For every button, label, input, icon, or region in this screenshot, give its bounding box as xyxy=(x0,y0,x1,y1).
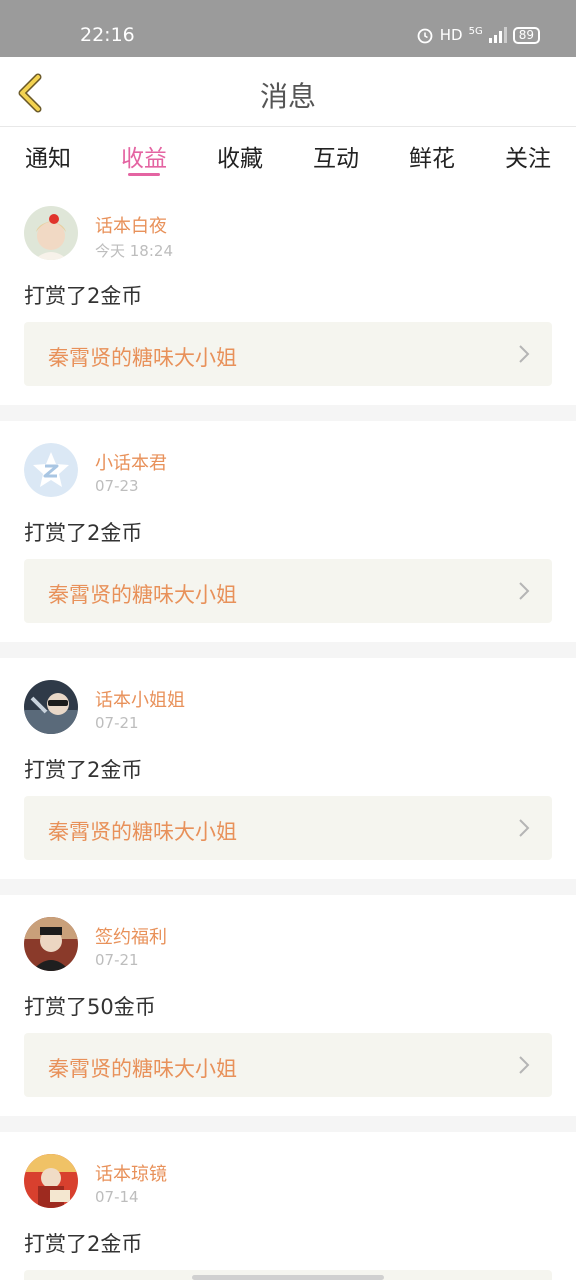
message-time: 07-14 xyxy=(95,1188,139,1206)
work-link[interactable]: 秦霄贤的糖味大小姐 xyxy=(24,1033,552,1097)
divider xyxy=(0,1116,576,1132)
user-name[interactable]: 话本琼镜 xyxy=(95,1160,167,1186)
work-title: 秦霄贤的糖味大小姐 xyxy=(48,1057,237,1081)
chevron-right-icon xyxy=(519,582,530,600)
network-type: 5G xyxy=(468,26,483,37)
avatar[interactable] xyxy=(24,917,78,971)
divider xyxy=(0,642,576,658)
message-item: 话本小姐姐 07-21 打赏了2金币 秦霄贤的糖味大小姐 xyxy=(0,660,576,881)
status-icons: HD 5G 89 xyxy=(416,26,540,44)
avatar[interactable] xyxy=(24,1154,78,1208)
avatar[interactable] xyxy=(24,206,78,260)
message-time: 07-23 xyxy=(95,477,139,495)
message-item: 签约福利 07-21 打赏了50金币 秦霄贤的糖味大小姐 xyxy=(0,897,576,1118)
message-time: 07-21 xyxy=(95,951,139,969)
avatar[interactable] xyxy=(24,443,78,497)
divider xyxy=(0,879,576,895)
tab-favorites[interactable]: 收藏 xyxy=(192,128,288,184)
work-title: 秦霄贤的糖味大小姐 xyxy=(48,820,237,844)
divider xyxy=(0,405,576,421)
tab-interactions[interactable]: 互动 xyxy=(288,128,384,184)
tab-bar: 通知 收益 收藏 互动 鲜花 关注 xyxy=(0,128,576,184)
page-title: 消息 xyxy=(259,80,316,113)
alarm-icon xyxy=(417,28,433,44)
work-title: 秦霄贤的糖味大小姐 xyxy=(48,346,237,370)
hd-indicator: HD xyxy=(439,26,463,44)
avatar[interactable] xyxy=(24,680,78,734)
signal-icon xyxy=(488,27,507,43)
battery-level: 89 xyxy=(512,26,540,44)
work-link[interactable]: 秦霄贤的糖味大小姐 xyxy=(24,322,552,386)
message-time: 07-21 xyxy=(95,714,139,732)
work-link[interactable]: 秦霄贤的糖味大小姐 xyxy=(24,559,552,623)
user-name[interactable]: 话本小姐姐 xyxy=(95,686,185,712)
work-title: 秦霄贤的糖味大小姐 xyxy=(48,583,237,607)
chevron-right-icon xyxy=(519,819,530,837)
status-bar: 22:16 HD 5G 89 xyxy=(0,0,576,57)
chevron-right-icon xyxy=(519,1056,530,1074)
tab-flowers[interactable]: 鲜花 xyxy=(384,128,480,184)
reward-text: 打赏了2金币 xyxy=(24,758,143,782)
message-time: 今天 18:24 xyxy=(95,242,173,260)
user-name[interactable]: 签约福利 xyxy=(95,923,167,949)
tab-earnings[interactable]: 收益 xyxy=(96,128,192,184)
chevron-right-icon xyxy=(519,345,530,363)
work-link[interactable]: 秦霄贤的糖味大小姐 xyxy=(24,796,552,860)
message-item: 话本琼镜 07-14 打赏了2金币 xyxy=(0,1134,576,1280)
reward-text: 打赏了50金币 xyxy=(24,995,156,1019)
reward-text: 打赏了2金币 xyxy=(24,1232,143,1256)
user-name[interactable]: 话本白夜 xyxy=(95,212,167,238)
tab-notifications[interactable]: 通知 xyxy=(0,128,96,184)
message-item: 话本白夜 今天 18:24 打赏了2金币 秦霄贤的糖味大小姐 xyxy=(0,186,576,407)
message-item: 小话本君 07-23 打赏了2金币 秦霄贤的糖味大小姐 xyxy=(0,423,576,644)
reward-text: 打赏了2金币 xyxy=(24,284,143,308)
home-indicator[interactable] xyxy=(192,1275,384,1280)
header: 消息 xyxy=(0,57,576,127)
user-name[interactable]: 小话本君 xyxy=(95,449,167,475)
reward-text: 打赏了2金币 xyxy=(24,521,143,545)
tab-follow[interactable]: 关注 xyxy=(480,128,576,184)
status-time: 22:16 xyxy=(80,24,135,46)
